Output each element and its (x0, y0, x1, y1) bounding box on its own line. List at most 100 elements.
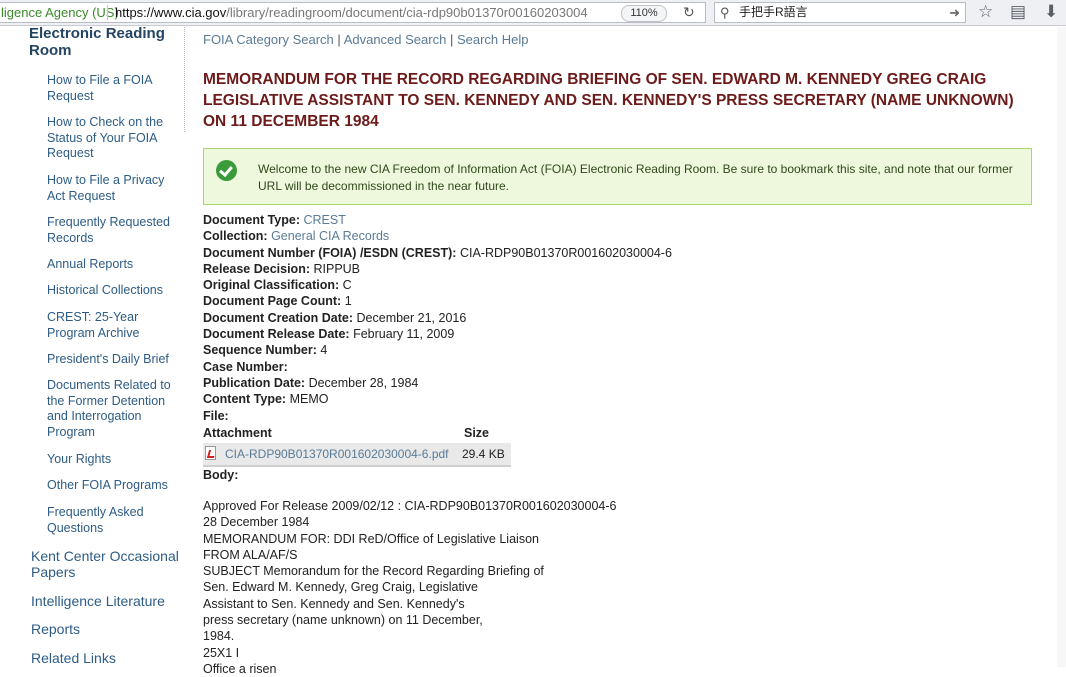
notice-text: Welcome to the new CIA Freedom of Inform… (258, 162, 1013, 193)
site-identity[interactable]: ligence Agency (US) (0, 3, 119, 22)
metadata-link[interactable]: General CIA Records (271, 229, 389, 243)
sidebar-item-privacy-act[interactable]: How to File a Privacy Act Request (47, 173, 179, 204)
attachment-table: Attachment Size CIA-RDP90B01370R00160203… (203, 426, 513, 467)
sidebar-divider (184, 27, 185, 132)
address-bar[interactable]: ligence Agency (US) https://www.cia.gov/… (0, 2, 706, 23)
metadata-value: 1 (344, 294, 352, 309)
pdf-file-icon (205, 446, 216, 460)
document-metadata: Document Type: CREST Collection: General … (203, 212, 803, 424)
sidebar-item-your-rights[interactable]: Your Rights (47, 452, 179, 468)
metadata-label: Collection: (203, 229, 268, 244)
search-go-icon[interactable]: ➜ (949, 3, 960, 22)
metadata-value: MEMO (289, 392, 329, 407)
search-query[interactable]: 手把手R語言 (739, 3, 808, 22)
body-line: SUBJECT Memorandum for the Record Regard… (203, 564, 544, 579)
size-column-header: Size (464, 426, 490, 440)
search-help-link[interactable]: Search Help (457, 32, 529, 47)
checkmark-icon (216, 160, 237, 181)
body-line: MEMORANDUM FOR: DDI ReD/Office of Legisl… (203, 531, 539, 546)
metadata-label: Document Type: (203, 213, 300, 227)
metadata-row: Document Type: CREST (203, 212, 803, 228)
metadata-label: Document Creation Date: (203, 310, 354, 325)
metadata-row: Sequence Number: 4 (203, 342, 803, 358)
metadata-row: Document Page Count: 1 (203, 293, 803, 309)
body-line: 28 December 1984 (203, 515, 310, 530)
metadata-label: Document Release Date: (203, 327, 350, 342)
sidebar-item-file-foia[interactable]: How to File a FOIA Request (47, 73, 179, 104)
attachment-link[interactable]: CIA-RDP90B01370R001602030004-6.pdf (225, 447, 449, 461)
downloads-icon[interactable]: ⬇ (1044, 2, 1058, 22)
metadata-row: Document Number (FOIA) /ESDN (CREST): CI… (203, 245, 803, 261)
metadata-row: Case Number: (203, 359, 803, 375)
url-host: https://www.cia.gov (115, 5, 227, 20)
url-text[interactable]: https://www.cia.gov/library/readingroom/… (115, 3, 600, 22)
sidebar-item-annual-reports[interactable]: Annual Reports (47, 257, 179, 273)
reading-list-icon[interactable]: ▤ (1010, 2, 1026, 22)
body-label: Body: (203, 468, 239, 482)
metadata-value: December 21, 2016 (356, 310, 467, 325)
metadata-row: Document Creation Date: December 21, 201… (203, 310, 803, 326)
sidebar-item-historical-collections[interactable]: Historical Collections (47, 283, 179, 299)
metadata-link[interactable]: CREST (303, 213, 345, 227)
body-line: Office a risen (203, 661, 277, 676)
metadata-row: Content Type: MEMO (203, 391, 803, 407)
metadata-label: Content Type: (203, 392, 287, 407)
metadata-label: File: (203, 408, 229, 423)
body-line: 1984. (203, 629, 235, 644)
welcome-notice: Welcome to the new CIA Freedom of Inform… (203, 148, 1032, 205)
sidebar-item-faq[interactable]: Frequently Asked Questions (47, 505, 179, 536)
bookmark-star-icon[interactable]: ☆ (978, 2, 993, 22)
body-line: FROM ALA/AF/S (203, 547, 298, 562)
sidebar-item-check-status[interactable]: How to Check on the Status of Your FOIA … (47, 115, 179, 162)
attachment-row: CIA-RDP90B01370R001602030004-6.pdf 29.4 … (203, 443, 511, 467)
sidebar: Electronic Reading Room How to File a FO… (0, 25, 190, 667)
metadata-label: Sequence Number: (203, 343, 317, 358)
sidebar-section-title[interactable]: Electronic Reading Room (29, 25, 179, 59)
sidebar-item-other-foia[interactable]: Other FOIA Programs (47, 478, 179, 494)
metadata-label: Publication Date: (203, 375, 306, 390)
metadata-row: Release Decision: RIPPUB (203, 261, 803, 277)
sidebar-item-reports[interactable]: Reports (31, 621, 181, 637)
sidebar-item-kent-center[interactable]: Kent Center Occasional Papers (31, 548, 181, 580)
metadata-label: Document Page Count: (203, 294, 342, 309)
attachment-header: Attachment Size (203, 426, 513, 442)
link-separator: | (449, 32, 457, 47)
url-path: /library/readingroom/document/cia-rdp90b… (226, 5, 588, 20)
metadata-label: Case Number: (203, 359, 288, 374)
vertical-scrollbar[interactable] (1057, 27, 1066, 667)
page-title: MEMORANDUM FOR THE RECORD REGARDING BRIE… (203, 71, 1014, 130)
metadata-value: CIA-RDP90B01370R001602030004-6 (459, 245, 672, 260)
search-icon: ⚲ (720, 5, 730, 20)
sidebar-item-detention-docs[interactable]: Documents Related to the Former Detentio… (47, 378, 179, 440)
body-line: Assistant to Sen. Kennedy and Sen. Kenne… (203, 596, 465, 611)
metadata-row: Publication Date: December 28, 1984 (203, 375, 803, 391)
reload-icon[interactable]: ↻ (683, 3, 695, 22)
search-bar[interactable]: ⚲ 手把手R語言 ➜ (714, 2, 966, 23)
zoom-indicator[interactable]: 110% (621, 5, 667, 22)
attachment-column-header: Attachment (203, 426, 272, 440)
metadata-label: Release Decision: (203, 261, 310, 276)
sidebar-item-frequently-requested[interactable]: Frequently Requested Records (47, 215, 179, 246)
body-line: press secretary (name unknown) on 11 Dec… (203, 613, 483, 628)
body-line: 25X1 I (203, 645, 240, 660)
metadata-row: File: (203, 408, 803, 424)
metadata-label: Document Number (FOIA) /ESDN (CREST): (203, 245, 457, 260)
metadata-value: RIPPUB (313, 261, 361, 276)
foia-top-links: FOIA Category Search | Advanced Search |… (203, 32, 528, 47)
metadata-row: Original Classification: C (203, 277, 803, 293)
foia-category-search-link[interactable]: FOIA Category Search (203, 32, 334, 47)
sidebar-item-pdb[interactable]: President's Daily Brief (47, 352, 179, 368)
metadata-row: Document Release Date: February 11, 2009 (203, 326, 803, 342)
body-line: Approved For Release 2009/02/12 : CIA-RD… (203, 499, 617, 513)
urlbar-separator (107, 5, 108, 20)
metadata-row: Collection: General CIA Records (203, 228, 803, 244)
metadata-value: 4 (320, 343, 328, 358)
sidebar-item-intelligence-literature[interactable]: Intelligence Literature (31, 593, 181, 609)
browser-toolbar: ligence Agency (US) https://www.cia.gov/… (0, 0, 1066, 26)
metadata-value: C (342, 278, 352, 293)
document-body: Approved For Release 2009/02/12 : CIA-RD… (203, 498, 723, 677)
advanced-search-link[interactable]: Advanced Search (344, 32, 447, 47)
sidebar-item-related-links[interactable]: Related Links (31, 650, 181, 666)
metadata-value: February 11, 2009 (353, 327, 455, 342)
sidebar-item-crest[interactable]: CREST: 25-Year Program Archive (47, 310, 179, 341)
